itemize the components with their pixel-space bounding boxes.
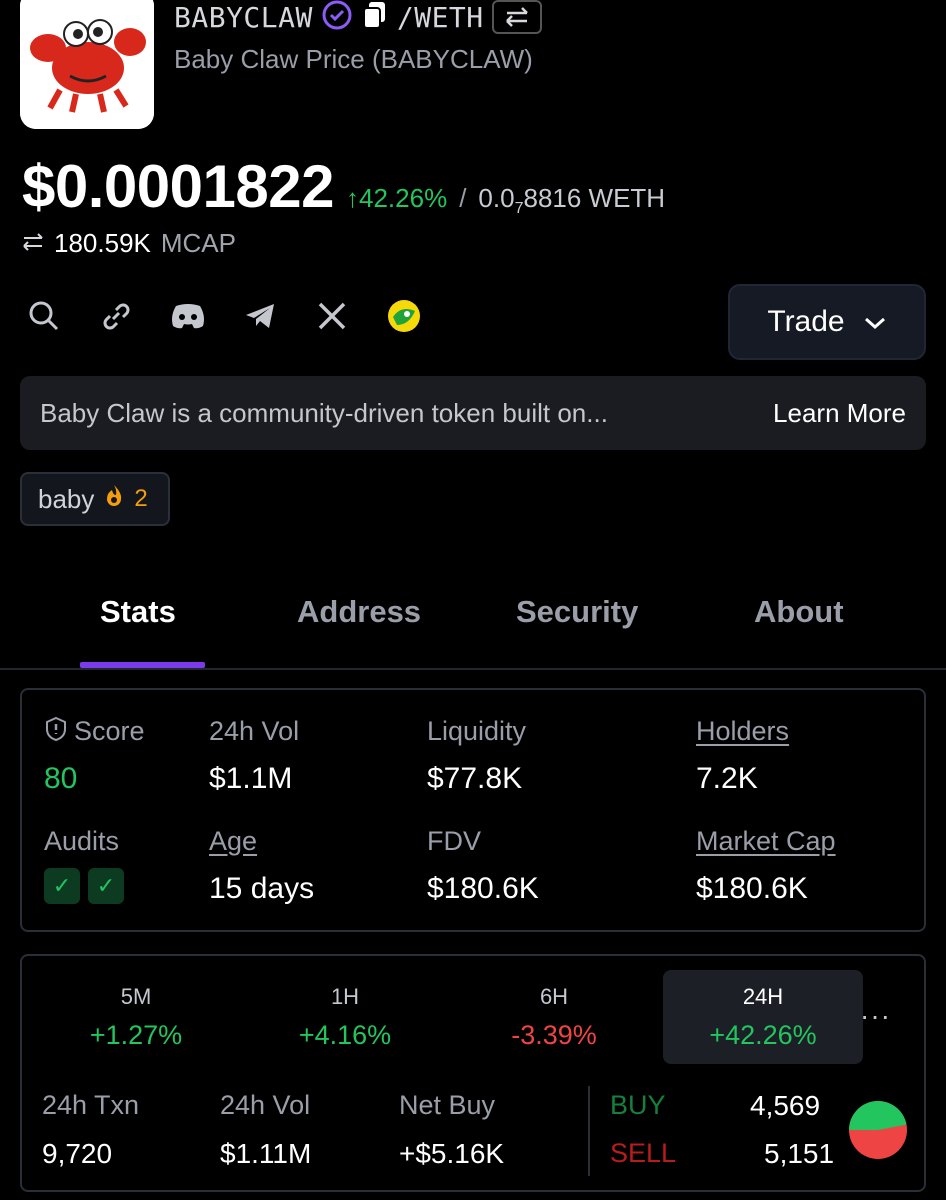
- audit-badges: ✓ ✓: [44, 868, 124, 904]
- mcap-row: 180.59K MCAP: [22, 228, 236, 259]
- score-value: 80: [44, 762, 78, 795]
- timeframe-name: 6H: [539, 984, 569, 1009]
- token-symbol: BABYCLAW: [174, 0, 313, 34]
- fdv-value: $180.6K: [427, 872, 539, 905]
- active-tab-indicator: [80, 662, 205, 668]
- shield-icon: [44, 716, 68, 747]
- holders-value: 7.2K: [696, 762, 758, 795]
- timeframe-1h[interactable]: 1H +4.16%: [245, 970, 445, 1064]
- sell-value: 5,151: [764, 1138, 835, 1169]
- link-icon[interactable]: [98, 298, 134, 334]
- buy-sell-pie: [848, 1100, 908, 1165]
- sell-label: SELL: [610, 1138, 677, 1168]
- txn-label: 24h Txn: [42, 1090, 140, 1120]
- flame-icon: [104, 484, 124, 515]
- timeframe-name: 24H: [742, 984, 784, 1009]
- x-twitter-icon[interactable]: [314, 298, 350, 334]
- mcap-value: 180.59K: [54, 228, 151, 258]
- tag-count: 2: [134, 485, 148, 512]
- timeframe-24h[interactable]: 24H +42.26%: [663, 970, 863, 1064]
- timeframe-change: -3.39%: [511, 1020, 597, 1050]
- vol-label: 24h Vol: [209, 716, 300, 746]
- timeframe-change: +4.16%: [298, 1020, 392, 1050]
- age-link[interactable]: Age: [209, 826, 257, 857]
- tab-about[interactable]: About: [754, 594, 844, 630]
- pair-title-row: BABYCLAW /WETH: [174, 0, 542, 34]
- description-bar[interactable]: Baby Claw is a community-driven token bu…: [20, 376, 926, 450]
- timeframe-change: +42.26%: [709, 1020, 817, 1050]
- description-text: Baby Claw is a community-driven token bu…: [40, 397, 608, 428]
- copy-icon[interactable]: [361, 0, 389, 35]
- timeframe-name: 1H: [330, 984, 360, 1009]
- telegram-icon[interactable]: [242, 298, 278, 334]
- token-full-name: Baby Claw Price (BABYCLAW): [174, 44, 533, 74]
- score-label-row: Score: [44, 716, 145, 747]
- vol-value: $1.1M: [209, 762, 293, 795]
- dexscreener-icon[interactable]: [386, 298, 422, 334]
- tag-chip[interactable]: baby 2: [20, 472, 170, 526]
- timeframe-change: +1.27%: [89, 1020, 183, 1050]
- txn-value: 9,720: [42, 1138, 113, 1169]
- trade-label: Trade: [767, 305, 845, 338]
- price-change: ↑42.26%: [346, 183, 448, 213]
- pie-buy-slice: [849, 1101, 907, 1130]
- chevron-down-icon: [863, 305, 887, 339]
- tab-stats[interactable]: Stats: [100, 594, 176, 630]
- arrow-up-icon: ↑: [346, 183, 359, 213]
- token-logo: [20, 0, 154, 129]
- age-value: 15 days: [209, 872, 315, 905]
- market-cap-link[interactable]: Market Cap: [696, 826, 836, 857]
- verified-icon: [321, 0, 353, 36]
- separator: /: [459, 183, 467, 213]
- discord-icon[interactable]: [170, 298, 206, 334]
- trade-button[interactable]: Trade: [728, 284, 926, 360]
- social-links: [26, 298, 422, 334]
- buy-label: BUY: [610, 1090, 666, 1120]
- timeframe-5m[interactable]: 5M +1.27%: [36, 970, 236, 1064]
- learn-more-link[interactable]: Learn More: [773, 398, 906, 429]
- holders-link[interactable]: Holders: [696, 716, 789, 747]
- timeframe-name: 5M: [120, 984, 152, 1009]
- tab-security[interactable]: Security: [516, 594, 638, 630]
- fdv-label: FDV: [427, 826, 481, 856]
- timeframe-6h[interactable]: 6H -3.39%: [454, 970, 654, 1064]
- score-label: Score: [74, 716, 145, 746]
- tab-bar: Stats Address Security About: [0, 574, 946, 670]
- swap-pair-icon[interactable]: [491, 0, 542, 34]
- net-buy-value: +$5.16K: [399, 1138, 505, 1169]
- quote-token: /WETH: [396, 0, 484, 34]
- price-weth: 0.078816 WETH: [478, 183, 666, 218]
- swap-icon[interactable]: [22, 228, 44, 259]
- timeframe-card: 5M +1.27% 1H +4.16% 6H -3.39% 24H +42.26…: [20, 954, 926, 1192]
- audit-check-icon[interactable]: ✓: [88, 868, 124, 904]
- liquidity-value: $77.8K: [427, 762, 523, 795]
- txn-vol-value: $1.11M: [220, 1138, 312, 1169]
- txn-divider: [588, 1086, 590, 1176]
- liquidity-label: Liquidity: [427, 716, 527, 746]
- tag-label: baby: [38, 483, 95, 514]
- stats-card: Score 80 24h Vol $1.1M Liquidity $77.8K …: [20, 688, 926, 932]
- audits-label: Audits: [44, 826, 120, 856]
- tab-address[interactable]: Address: [297, 594, 421, 630]
- mcap-label: MCAP: [160, 228, 236, 258]
- crab-logo-image: [20, 0, 154, 129]
- audit-check-icon[interactable]: ✓: [44, 868, 80, 904]
- market-cap-value: $180.6K: [696, 872, 808, 905]
- more-timeframes-button[interactable]: ···: [860, 1000, 891, 1032]
- search-icon[interactable]: [26, 298, 62, 334]
- txn-vol-label: 24h Vol: [220, 1090, 311, 1120]
- price-usd: $0.0001822: [22, 153, 335, 220]
- buy-value: 4,569: [750, 1090, 821, 1121]
- net-buy-label: Net Buy: [399, 1090, 496, 1120]
- price-row: $0.0001822 ↑42.26% / 0.078816 WETH: [22, 152, 665, 221]
